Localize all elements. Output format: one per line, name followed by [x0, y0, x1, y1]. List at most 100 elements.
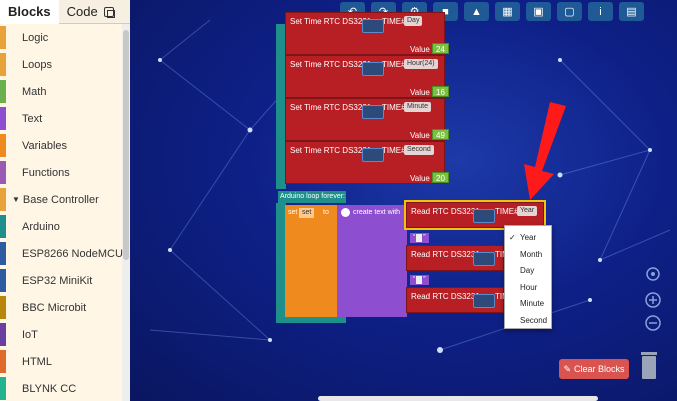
tab-bar: Blocks Code [0, 0, 130, 24]
block-label: Read RTC DS3231 [411, 207, 480, 216]
sidebar-item-html[interactable]: HTML [0, 348, 130, 375]
sidebar-item-base-controller[interactable]: ▼ Base Controller [0, 186, 130, 213]
dropdown-option-hour[interactable]: Hour [505, 280, 553, 296]
tab-blocks[interactable]: Blocks [0, 0, 59, 24]
sidebar-item-label: Base Controller [22, 193, 99, 206]
category-color-swatch [0, 53, 6, 76]
sidebar-item-label: Variables [22, 139, 68, 152]
read-rtc-block[interactable]: Read RTC DS3231TIME [406, 245, 514, 271]
category-color-swatch [0, 26, 6, 49]
category-color-swatch [0, 323, 6, 346]
set-time-rtc-block[interactable]: Set Time RTC DS3231 TIME# Hour(24) Value 16 [285, 55, 449, 98]
quote-field[interactable] [416, 234, 423, 242]
text-join-quote[interactable]: “ ” [410, 275, 429, 285]
zoom-in-icon[interactable] [645, 292, 661, 308]
tab-code[interactable]: Code [59, 0, 122, 24]
block-label: Set Time RTC DS3231 [290, 103, 372, 112]
dropdown-option-label: Second [520, 316, 548, 325]
to-label: to [323, 209, 329, 216]
sidebar-item-esp8266-nodemcu[interactable]: ESP8266 NodeMCU [0, 240, 130, 267]
value-number[interactable]: 49 [432, 129, 449, 140]
workspace-horizontal-scrollbar[interactable] [318, 396, 598, 401]
block-label: Read RTC DS3231 [411, 292, 480, 301]
loop-forever-block[interactable]: Arduino loop forever: [278, 191, 346, 203]
dropdown-option-month[interactable]: Month [505, 247, 553, 263]
time-field-dropdown[interactable]: Minute [404, 102, 432, 112]
broom-icon: ✎ [563, 363, 572, 374]
sidebar-item-label: Loops [22, 58, 52, 71]
category-color-swatch [0, 350, 6, 373]
trash-icon[interactable] [639, 348, 659, 380]
read-rtc-block[interactable]: Read RTC DS3231TIME [406, 287, 514, 313]
block-label: Set Time RTC DS3231 [290, 17, 372, 26]
sidebar-item-label: Arduino [22, 220, 60, 233]
category-color-swatch [0, 215, 6, 238]
time-field-dropdown[interactable]: Day [404, 16, 423, 26]
sidebar-item-label: HTML [22, 355, 52, 368]
sidebar-item-esp32-minikit[interactable]: ESP32 MiniKit [0, 267, 130, 294]
sidebar-item-label: Logic [22, 31, 49, 44]
time-label: TIME# [382, 17, 406, 26]
value-number[interactable]: 20 [432, 172, 449, 183]
set-time-rtc-block[interactable]: Set Time RTC DS3231 TIME# Day Value 24 [285, 12, 449, 55]
sidebar-item-arduino[interactable]: Arduino [0, 213, 130, 240]
save-icon[interactable]: ▣ [526, 2, 551, 21]
text-join-quote[interactable]: “ ” [410, 233, 429, 243]
dropdown-option-year[interactable]: ✓ Year [505, 230, 553, 246]
time-label: TIME# [382, 60, 406, 69]
sidebar-item-label: Functions [22, 166, 70, 179]
rtc-module-icon [473, 294, 495, 308]
sidebar-item-iot[interactable]: IoT [0, 321, 130, 348]
sidebar-item-text[interactable]: Text [0, 105, 130, 132]
set-variable-block[interactable]: set set to [285, 205, 337, 317]
sidebar-item-label: BBC Microbit [22, 301, 87, 314]
sidebar-item-bbc-microbit[interactable]: BBC Microbit [0, 294, 130, 321]
zoom-reset-icon[interactable] [646, 267, 660, 281]
time-field-dropdown[interactable]: Second [404, 145, 434, 155]
value-label: Value [410, 131, 430, 140]
category-color-swatch [0, 134, 6, 157]
sidebar-item-blynk-cc[interactable]: BLYNK CC [0, 375, 130, 401]
dropdown-option-label: Year [520, 233, 537, 242]
value-number[interactable]: 24 [432, 43, 449, 54]
sidebar-item-loops[interactable]: Loops [0, 51, 130, 78]
quote-close: ” [423, 234, 426, 241]
zoom-out-icon[interactable] [645, 315, 661, 331]
sidebar-item-label: Text [22, 112, 43, 125]
category-color-swatch [0, 296, 6, 319]
info-icon[interactable]: i [588, 2, 613, 21]
gear-icon[interactable] [341, 208, 350, 217]
tab-code-label: Code [66, 3, 98, 19]
chart-icon[interactable]: ▦ [495, 2, 520, 21]
dropdown-option-label: Month [520, 249, 543, 259]
category-color-swatch [0, 80, 6, 103]
set-time-rtc-block[interactable]: Set Time RTC DS3231 TIME# Second Value 20 [285, 141, 449, 184]
time-field-dropdown-menu: ✓ Year Month Day Hour Minute Second [504, 225, 552, 329]
loop-block-bottom [276, 317, 346, 323]
check-icon: ✓ [509, 233, 516, 242]
dropdown-option-minute[interactable]: Minute [505, 296, 553, 312]
quote-field[interactable] [416, 276, 423, 284]
dropdown-option-second[interactable]: Second [505, 313, 553, 329]
sidebar-item-functions[interactable]: Functions [0, 159, 130, 186]
calculator-icon[interactable]: ▤ [619, 2, 644, 21]
sidebar-item-label: ESP32 MiniKit [22, 274, 93, 287]
variable-dropdown[interactable]: set [299, 208, 315, 218]
value-number[interactable]: 16 [432, 86, 449, 97]
category-color-swatch [0, 269, 6, 292]
time-field-dropdown[interactable]: Hour(24) [404, 59, 438, 69]
clear-blocks-button[interactable]: ✎ Clear Blocks [559, 359, 629, 379]
create-text-block[interactable]: create text with [337, 205, 407, 317]
sidebar-item-math[interactable]: Math [0, 78, 130, 105]
upload-icon[interactable]: ▲ [464, 2, 489, 21]
folder-icon[interactable]: ▢ [557, 2, 582, 21]
sidebar-item-label: ESP8266 NodeMCU [22, 247, 123, 260]
sidebar-item-variables[interactable]: Variables [0, 132, 130, 159]
dropdown-option-day[interactable]: Day [505, 263, 553, 279]
sidebar-item-label: Math [22, 85, 47, 98]
sidebar-item-logic[interactable]: Logic [0, 24, 130, 51]
set-time-rtc-block[interactable]: Set Time RTC DS3231 TIME# Minute Value 49 [285, 98, 449, 141]
time-field-dropdown[interactable]: Year [517, 206, 538, 216]
expand-triangle-icon[interactable]: ▼ [12, 195, 20, 204]
copy-icon[interactable] [103, 6, 115, 18]
